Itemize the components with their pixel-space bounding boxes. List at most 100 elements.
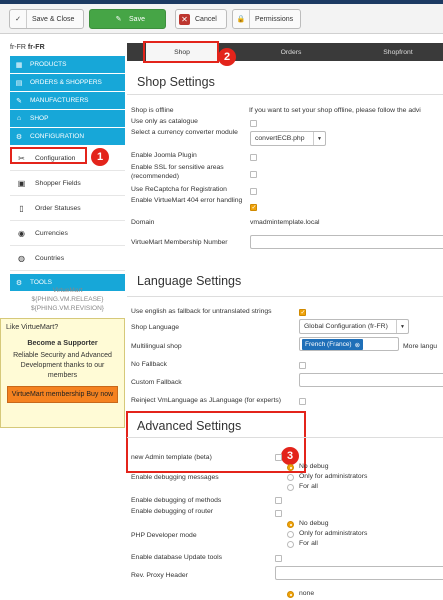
sidebar-item-label: MANUFACTURERS: [30, 97, 89, 104]
sidebar-item-label: CONFIGURATION: [30, 133, 85, 140]
sidebar-item-orders[interactable]: ▤ ORDERS & SHOPPERS: [10, 74, 125, 91]
edit-icon: ✎: [115, 16, 122, 23]
multilingual-label: Multilingual shop: [131, 343, 182, 350]
domain-label: Domain: [131, 219, 155, 226]
currency-converter-select[interactable]: convertECB.php ▼: [250, 131, 326, 146]
version-line: ${PHING.VM.REVISION}: [31, 305, 104, 312]
custom-fallback-input[interactable]: [299, 373, 443, 387]
support-box: Like VirtueMart? Become a Supporter Reli…: [0, 318, 125, 428]
debug-methods-label: Enable debugging of methods: [131, 497, 222, 504]
no-fallback-checkbox[interactable]: [299, 362, 306, 369]
last-option-label: none: [299, 590, 315, 597]
remove-chip-icon[interactable]: ⊗: [355, 341, 360, 349]
ssl-label: Enable SSL for sensitive areas (recommen…: [131, 164, 224, 180]
debug-router-label: Enable debugging of router: [131, 508, 214, 515]
currency-converter-label: Select a currency converter module: [131, 129, 238, 136]
fallback-english-checkbox[interactable]: [299, 309, 306, 316]
sidebar-item-products[interactable]: ▦ PRODUCTS: [10, 56, 125, 73]
language-chip-label: French (France): [305, 341, 352, 348]
new-admin-template-checkbox[interactable]: [275, 454, 282, 461]
configuration-icon: ⚙: [15, 133, 23, 141]
debug-option-radio[interactable]: [287, 474, 294, 481]
lang-code-bold: fr-FR: [27, 44, 45, 51]
lang-code-plain: fr-FR: [10, 44, 26, 51]
cancel-label: Cancel: [195, 15, 217, 23]
php-dev-option-radio[interactable]: [287, 521, 294, 528]
sidebar-item-label: PRODUCTS: [30, 61, 67, 68]
debug-messages-label: Enable debugging messages: [131, 474, 219, 481]
error404-checkbox[interactable]: [250, 204, 257, 211]
debug-option-label: No debug: [299, 463, 329, 470]
sidebar-item-label: SHOP: [30, 115, 49, 122]
fallback-english-label: Use english as fallback for untranslated…: [131, 308, 272, 315]
sidebar-sub-currencies[interactable]: ◉ Currencies: [10, 221, 125, 246]
manufacturers-icon: ✎: [16, 97, 22, 105]
debug-option-radio[interactable]: [287, 464, 294, 471]
db-update-checkbox[interactable]: [275, 555, 282, 562]
cancel-button[interactable]: ✕ Cancel: [175, 9, 227, 29]
callout-1: 1: [91, 148, 109, 166]
chevron-down-icon: ▼: [313, 132, 325, 145]
php-dev-option-radio[interactable]: [287, 531, 294, 538]
membership-buy-button[interactable]: VirtueMart membership Buy now: [7, 386, 118, 403]
no-fallback-label: No Fallback: [131, 361, 167, 368]
debug-option-radio[interactable]: [287, 484, 294, 491]
callout-2: 2: [218, 48, 236, 66]
membership-number-label: VirtueMart Membership Number: [131, 239, 228, 246]
tab-orders[interactable]: Orders: [255, 43, 327, 61]
sidebar-item-shop[interactable]: ⌂ SHOP: [10, 110, 125, 127]
proxy-header-label: Rev. Proxy Header: [131, 572, 188, 579]
sidebar-sub-label: Currencies: [35, 229, 68, 237]
shop-offline-note: If you want to set your shop offline, pl…: [249, 107, 421, 114]
globe-icon: ◍: [18, 253, 25, 263]
php-dev-option-label: For all: [299, 540, 318, 547]
debug-router-checkbox[interactable]: [275, 510, 282, 517]
sidebar-sub-countries[interactable]: ◍ Countries: [10, 246, 125, 271]
php-dev-option-label: No debug: [299, 520, 329, 527]
sidebar-item-label: ORDERS & SHOPPERS: [30, 79, 102, 86]
more-languages-link[interactable]: More langu: [403, 343, 437, 350]
reinject-label: Reinject VmLanguage as JLanguage (for ex…: [131, 397, 281, 404]
sidebar-item-manufacturers[interactable]: ✎ MANUFACTURERS: [10, 92, 125, 109]
divider: [127, 94, 443, 95]
permissions-button[interactable]: 🔒 Permissions: [232, 9, 301, 29]
language-chip[interactable]: French (France) ⊗: [302, 339, 364, 350]
error404-label: Enable VirtueMart 404 error handling: [131, 197, 243, 204]
divider: [127, 296, 443, 297]
tab-shopfront[interactable]: Shopfront: [362, 43, 434, 61]
highlight-box-configuration: [10, 147, 87, 164]
sidebar-item-configuration[interactable]: ⚙ CONFIGURATION: [10, 128, 125, 145]
php-dev-option-radio[interactable]: [287, 541, 294, 548]
shop-language-select[interactable]: Global Configuration (fr-FR) ▼: [299, 319, 409, 334]
shop-language-label: Shop Language: [131, 324, 180, 331]
save-close-button[interactable]: ✓ Save & Close: [9, 9, 84, 29]
domain-value: vmadmintemplate.local: [250, 219, 320, 226]
orders-icon: ▤: [15, 79, 23, 87]
advanced-settings-title: Advanced Settings: [137, 419, 242, 433]
toolbar: ✓ Save & Close ✎ Save ✕ Cancel 🔒 Permiss…: [0, 4, 443, 34]
joomla-plugin-checkbox[interactable]: [250, 154, 257, 161]
version-info: VirtueMart ${PHING.VM.RELEASE} ${PHING.V…: [10, 286, 125, 313]
divider: [127, 437, 443, 438]
recaptcha-checkbox[interactable]: [250, 188, 257, 195]
sidebar-sub-order-statuses[interactable]: ▯ Order Statuses: [10, 196, 125, 221]
joomla-plugin-label: Enable Joomla Plugin: [131, 152, 197, 159]
proxy-header-input[interactable]: [275, 566, 443, 580]
sidebar-sub-shopper-fields[interactable]: ▣ Shopper Fields: [10, 171, 125, 196]
become-supporter-heading: Become a Supporter: [27, 338, 98, 347]
products-icon: ▦: [15, 61, 23, 69]
save-button[interactable]: ✎ Save: [89, 9, 166, 29]
cancel-icon: ✕: [179, 13, 190, 25]
php-dev-option-label: Only for administrators: [299, 530, 368, 537]
membership-number-input[interactable]: [250, 235, 443, 249]
ssl-checkbox[interactable]: [250, 171, 257, 178]
highlight-box-shop-tab: [143, 41, 219, 63]
debug-methods-checkbox[interactable]: [275, 497, 282, 504]
version-line: ${PHING.VM.RELEASE}: [31, 296, 104, 303]
reinject-checkbox[interactable]: [299, 398, 306, 405]
last-option-radio[interactable]: [287, 591, 294, 598]
shop-settings-title: Shop Settings: [137, 75, 215, 89]
shop-icon: ⌂: [16, 115, 22, 122]
main-content: Shop Orders Shopfront 2 Shop Settings Sh…: [126, 34, 443, 600]
catalogue-checkbox[interactable]: [250, 120, 257, 127]
